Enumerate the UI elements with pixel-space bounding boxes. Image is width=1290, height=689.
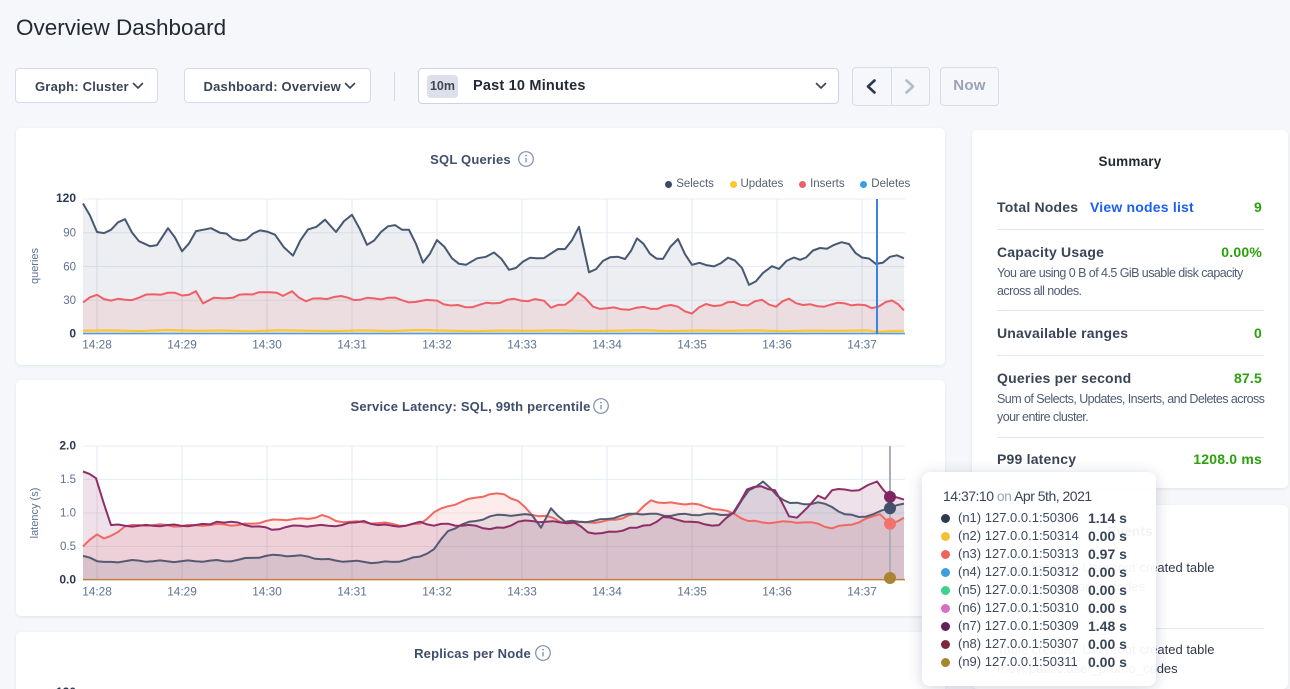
svg-text:14:30: 14:30 <box>252 585 282 599</box>
svg-text:60: 60 <box>63 262 76 274</box>
svg-text:14:35: 14:35 <box>677 585 707 599</box>
svg-text:14:28: 14:28 <box>82 585 112 599</box>
svg-text:14:33: 14:33 <box>507 338 537 352</box>
svg-text:1.0: 1.0 <box>60 508 76 520</box>
svg-text:14:28: 14:28 <box>82 338 112 352</box>
svg-text:14:32: 14:32 <box>422 338 452 352</box>
svg-text:queries: queries <box>29 247 41 284</box>
svg-text:14:30: 14:30 <box>252 338 282 352</box>
svg-text:0.0: 0.0 <box>59 573 76 587</box>
svg-text:14:31: 14:31 <box>337 338 367 352</box>
svg-text:14:34: 14:34 <box>592 585 622 599</box>
svg-text:14:33: 14:33 <box>507 585 537 599</box>
svg-text:14:31: 14:31 <box>337 585 367 599</box>
svg-text:2.0: 2.0 <box>59 439 76 453</box>
svg-text:14:34: 14:34 <box>592 338 622 352</box>
svg-text:14:36: 14:36 <box>762 585 792 599</box>
svg-text:120: 120 <box>56 191 76 205</box>
svg-text:0.5: 0.5 <box>60 541 76 553</box>
svg-text:30: 30 <box>63 295 76 307</box>
svg-text:14:36: 14:36 <box>762 338 792 352</box>
svg-text:14:37: 14:37 <box>847 338 877 352</box>
svg-text:14:35: 14:35 <box>677 338 707 352</box>
svg-text:14:37: 14:37 <box>847 585 877 599</box>
svg-text:14:32: 14:32 <box>422 585 452 599</box>
svg-text:14:29: 14:29 <box>167 585 197 599</box>
svg-text:14:29: 14:29 <box>167 338 197 352</box>
svg-text:latency (s): latency (s) <box>29 488 41 539</box>
svg-text:1.5: 1.5 <box>60 474 76 486</box>
svg-text:90: 90 <box>63 228 76 240</box>
svg-text:0: 0 <box>69 327 76 341</box>
